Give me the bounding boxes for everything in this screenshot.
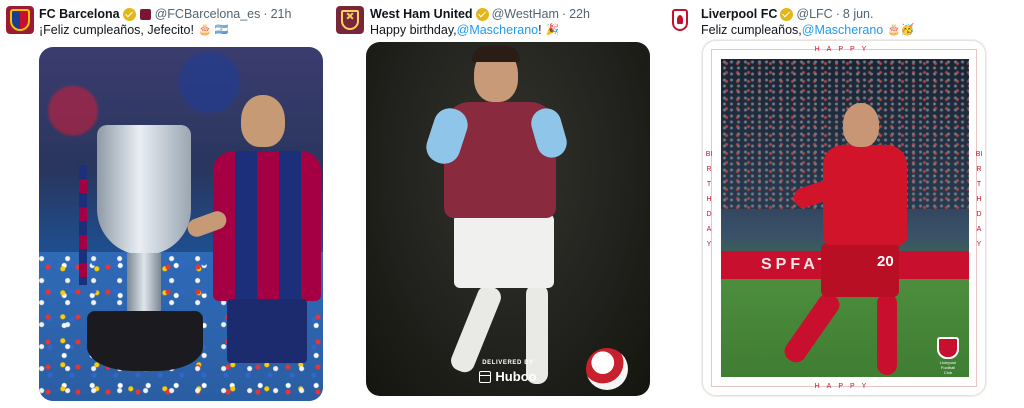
card-bottom-text: HAPPY — [814, 383, 874, 390]
tweet-text-body: ¡Feliz cumpleaños, Jefecito! — [39, 23, 194, 37]
fc-barcelona-avatar[interactable] — [6, 6, 34, 34]
sponsor-logo: Huboo — [366, 369, 650, 384]
fc-barcelona-crest-icon — [10, 9, 30, 31]
card-right-label: BIRTHDAY — [975, 151, 983, 248]
account-handle[interactable]: @LFC — [796, 6, 832, 22]
tweet-timestamp[interactable]: 8 jun. — [843, 6, 874, 22]
account-name[interactable]: Liverpool FC — [701, 6, 777, 22]
tweet-text-suffix: ! — [538, 23, 542, 37]
tweet-header: Liverpool FC @LFC · 8 jun. — [701, 6, 873, 22]
tweet-timestamp[interactable]: 22h — [569, 6, 590, 22]
tweet-text: ¡Feliz cumpleaños, Jefecito! 🎂 🇦🇷 — [39, 22, 228, 38]
player-figure: 20 — [780, 103, 911, 375]
card-left-text: BIRTHDAY — [703, 147, 715, 252]
card-top-text: HAPPY — [814, 46, 874, 53]
liverpool-badge-icon: Liverpool Football Club — [937, 337, 959, 375]
verified-badge-icon — [780, 7, 794, 21]
west-ham-crest-icon — [341, 10, 359, 30]
tweet-west-ham[interactable]: West Ham United @WestHam · 22h Happy bir… — [330, 0, 660, 408]
celebration-photo: SPFAT 20 Liverpool Football Club — [721, 59, 969, 377]
tweet-emoji: 🎂 🇦🇷 — [197, 24, 229, 36]
affiliate-badge-icon — [139, 8, 151, 20]
tweet-text-prefix: Feliz cumpleaños, — [701, 23, 802, 37]
tweet-timestamp[interactable]: 21h — [271, 6, 292, 22]
tweet-photo-west-ham[interactable]: DELIVERED BY Huboo — [366, 42, 650, 396]
tweet-header: West Ham United @WestHam · 22h — [370, 6, 590, 22]
separator-dot: · — [835, 7, 840, 21]
delivered-by-label: DELIVERED BY — [482, 360, 534, 366]
tweet-fc-barcelona[interactable]: FC Barcelona @FCBarcelona_es · 21h ¡Feli… — [0, 0, 330, 408]
tweet-header: FC Barcelona @FCBarcelona_es · 21h — [39, 6, 291, 22]
tweet-text: Feliz cumpleaños, @Mascherano 🎂🥳 — [701, 22, 915, 38]
account-handle[interactable]: @FCBarcelona_es — [155, 6, 261, 22]
separator-dot: · — [263, 7, 268, 21]
badge-caption: Liverpool Football Club — [939, 360, 957, 375]
account-name[interactable]: West Ham United — [370, 6, 473, 22]
liverpool-crest-icon — [672, 9, 688, 31]
box-icon — [479, 370, 492, 383]
league-trophy — [79, 125, 209, 375]
separator-dot: · — [561, 7, 567, 21]
shirt-number: 20 — [877, 253, 894, 270]
account-handle[interactable]: @WestHam — [492, 6, 559, 22]
tweet-emoji: 🎉 — [545, 24, 560, 36]
mention-link[interactable]: @Mascherano — [457, 22, 538, 38]
tweet-photo-barcelona[interactable] — [39, 47, 323, 401]
tweet-text: Happy birthday, @Mascherano ! 🎉 — [370, 22, 559, 38]
card-left-label: BIRTHDAY — [705, 151, 713, 248]
verified-badge-icon — [122, 7, 136, 21]
player-figure — [422, 46, 580, 388]
tweet-text-prefix: Happy birthday, — [370, 23, 457, 37]
liverpool-avatar[interactable] — [666, 6, 694, 34]
card-right-text: BIRTHDAY — [973, 147, 985, 252]
mention-link[interactable]: @Mascherano — [802, 22, 883, 38]
tweet-liverpool[interactable]: Liverpool FC @LFC · 8 jun. Feliz cumplea… — [660, 0, 1024, 408]
tweet-emoji: 🎂🥳 — [887, 24, 915, 36]
west-ham-avatar[interactable] — [336, 6, 364, 34]
verified-badge-icon — [475, 7, 489, 21]
account-name[interactable]: FC Barcelona — [39, 6, 120, 22]
tweet-photo-liverpool[interactable]: HAPPY BIRTHDAY BIRTHDAY SPFAT 20 Liverpo… — [702, 40, 986, 396]
sponsor-name: Huboo — [495, 369, 537, 384]
player-figure — [185, 95, 323, 395]
